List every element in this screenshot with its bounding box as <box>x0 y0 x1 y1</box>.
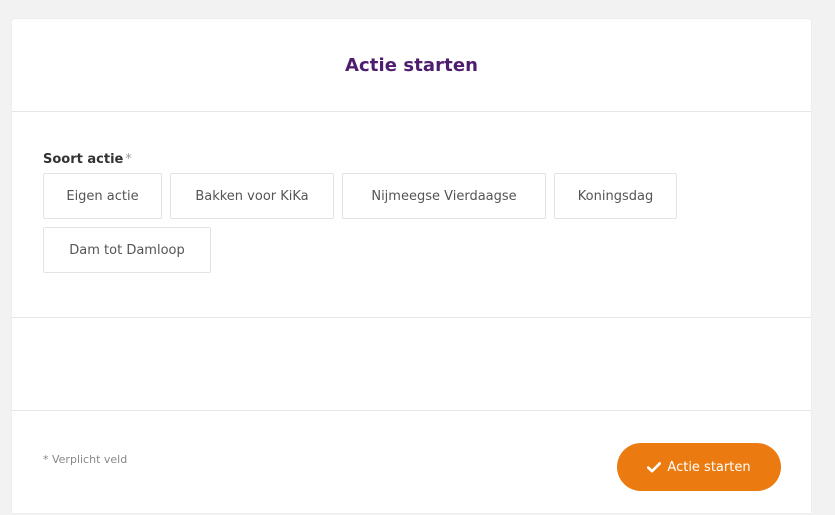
card-footer: * Verplicht veld Actie starten <box>12 411 811 515</box>
field-label-text: Soort actie <box>43 152 124 167</box>
empty-section <box>12 318 811 411</box>
option-nijmeegse-vierdaagse[interactable]: Nijmeegse Vierdaagse <box>342 173 546 219</box>
required-mark: * <box>125 152 132 167</box>
start-action-button[interactable]: Actie starten <box>617 443 781 491</box>
option-eigen-actie[interactable]: Eigen actie <box>43 173 162 219</box>
start-action-card: Actie starten Soort actie * Eigen actie B… <box>12 19 811 513</box>
option-bakken-voor-kika[interactable]: Bakken voor KiKa <box>170 173 334 219</box>
card-header: Actie starten <box>12 19 811 112</box>
option-koningsdag[interactable]: Koningsdag <box>554 173 677 219</box>
check-icon <box>647 461 662 473</box>
option-dam-tot-damloop[interactable]: Dam tot Damloop <box>43 227 211 273</box>
start-action-button-label: Actie starten <box>667 459 751 475</box>
form-section: Soort actie * Eigen actie Bakken voor KiK… <box>12 112 811 318</box>
required-field-note: * Verplicht veld <box>43 453 128 466</box>
field-label: Soort actie * <box>43 152 132 167</box>
page-title: Actie starten <box>344 54 479 76</box>
